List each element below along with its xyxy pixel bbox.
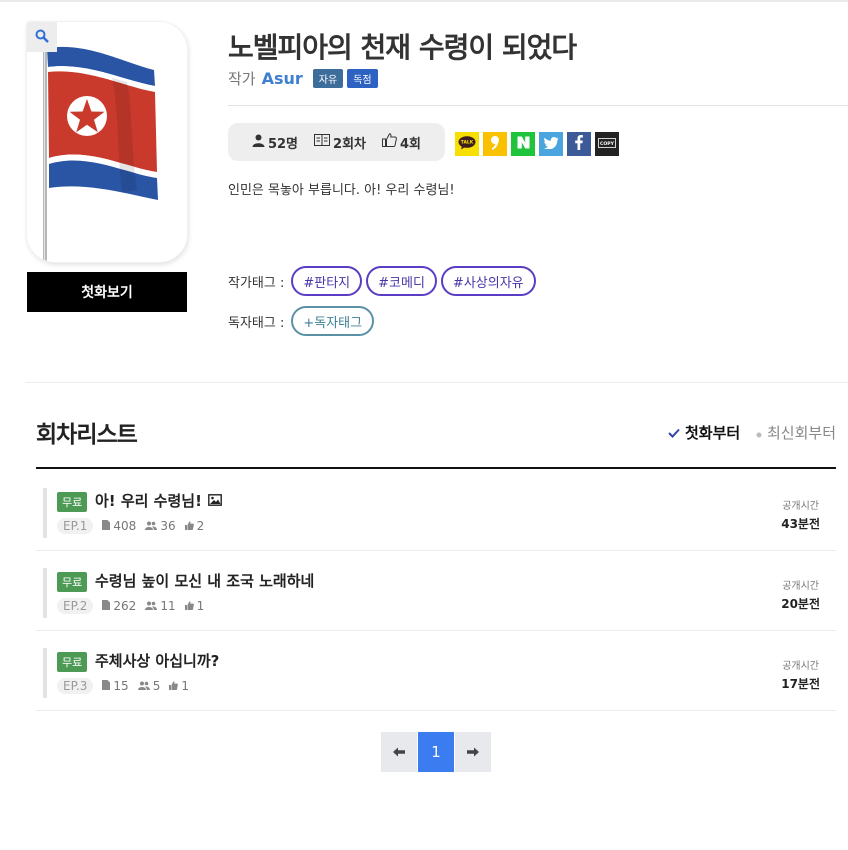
cover-image[interactable] [27, 22, 187, 262]
copy-link-share-button[interactable]: COPY [595, 132, 619, 156]
kakaostory-icon [490, 135, 500, 154]
views-count: 15 [102, 679, 129, 693]
author-tags-row: 작가태그 : #판타지 #코메디 #사상의자유 [228, 266, 536, 296]
users-icon [145, 599, 158, 613]
kakaotalk-icon: TALK [458, 135, 476, 153]
episode-row[interactable]: 무료 수령님 높이 모신 내 조국 노래하네 EP.2 262 11 1 공개시… [36, 551, 836, 631]
episode-marker [43, 648, 47, 698]
episode-number: EP.3 [57, 678, 94, 694]
zoom-button[interactable] [27, 22, 57, 52]
publish-time: 공개시간 17분전 [781, 661, 820, 691]
episode-title[interactable]: 주체사상 아십니까? [95, 650, 219, 671]
episode-list-title: 회차리스트 [36, 422, 138, 448]
author-link[interactable]: Asur [262, 69, 303, 88]
episode-number: EP.1 [57, 518, 94, 534]
naver-share-button[interactable] [511, 132, 535, 156]
free-badge: 무료 [57, 572, 88, 592]
share-bar: TALK COPY [455, 132, 619, 156]
list-header-line [36, 467, 836, 469]
episode-number: EP.2 [57, 598, 94, 614]
tag-freedom-of-thought[interactable]: #사상의자유 [440, 266, 536, 296]
arrow-right-icon [467, 743, 479, 761]
exclusive-badge: 독점 [347, 69, 378, 88]
naver-icon [517, 136, 530, 152]
episode-marker [43, 568, 47, 618]
views-count: 262 [102, 599, 136, 613]
dot-icon [756, 424, 762, 442]
free-badge: 자유 [312, 69, 344, 88]
add-reader-tag-button[interactable]: +독자태그 [291, 306, 375, 336]
episode-title[interactable]: 아! 우리 수령님! [95, 490, 222, 511]
free-badge: 무료 [57, 652, 88, 672]
episode-title[interactable]: 수령님 높이 모신 내 조국 노래하네 [95, 570, 314, 591]
svg-text:TALK: TALK [461, 139, 474, 145]
thumbs-up-icon [382, 133, 397, 151]
episodes-stat: 2회차 [314, 133, 366, 152]
twitter-icon [543, 136, 559, 152]
facebook-share-button[interactable] [567, 132, 591, 156]
tag-comedy[interactable]: #코메디 [366, 266, 437, 296]
author-tags-label: 작가태그 : [228, 275, 285, 291]
readers-count: 11 [145, 599, 176, 613]
episode-meta: EP.3 15 5 1 [57, 678, 189, 694]
episode-marker [43, 488, 47, 538]
author-row: 작가 Asur 자유 독점 [228, 68, 382, 89]
thumbs-up-icon [184, 519, 194, 533]
image-icon [208, 492, 222, 510]
person-icon [252, 134, 265, 151]
facebook-icon [575, 135, 583, 153]
thumbs-up-icon [184, 599, 194, 613]
svg-text:COPY: COPY [600, 140, 615, 146]
free-badge: 무료 [57, 492, 88, 512]
sort-latest-button[interactable]: 최신회부터 [756, 422, 836, 443]
first-episode-button[interactable]: 첫화보기 [27, 272, 187, 312]
publish-time: 공개시간 20분전 [781, 581, 820, 611]
likes-count: 2 [184, 519, 204, 533]
thumbs-up-icon [169, 679, 179, 693]
magnifier-icon [35, 28, 49, 47]
stats-panel: 52명 2회차 4회 [228, 123, 445, 161]
next-page-button[interactable] [455, 732, 491, 772]
synopsis: 인민은 목놓아 부릅니다. 아! 우리 수령님! [228, 183, 455, 198]
section-divider [25, 382, 848, 383]
readers-stat: 52명 [252, 133, 298, 152]
episode-meta: EP.1 408 36 2 [57, 518, 204, 534]
publish-time: 공개시간 43분전 [781, 501, 820, 531]
author-label: 작가 [228, 70, 256, 88]
header-divider [228, 105, 848, 106]
likes-count: 1 [184, 599, 204, 613]
recommend-stat: 4회 [382, 133, 421, 152]
tag-fantasy[interactable]: #판타지 [291, 266, 363, 296]
readers-count: 36 [145, 519, 176, 533]
users-icon [137, 679, 150, 693]
kakaotalk-share-button[interactable]: TALK [455, 132, 479, 156]
novel-title: 노벨피아의 천재 수령이 되었다 [228, 31, 577, 64]
episode-row[interactable]: 무료 주체사상 아십니까? EP.3 15 5 1 공개시간 17분전 [36, 631, 836, 711]
copy-link-icon: COPY [598, 137, 616, 151]
book-icon [314, 134, 331, 150]
top-border [0, 0, 848, 2]
reader-tags-row: 독자태그 : +독자태그 [228, 306, 375, 336]
document-icon [102, 679, 111, 693]
episode-row[interactable]: 무료 아! 우리 수령님! EP.1 408 36 2 공개시간 43분전 [36, 471, 836, 551]
pagination: 1 [381, 732, 491, 772]
check-icon [668, 424, 680, 442]
views-count: 408 [102, 519, 136, 533]
document-icon [102, 519, 111, 533]
sort-first-button[interactable]: 첫화부터 [668, 422, 740, 443]
users-icon [145, 519, 158, 533]
prev-page-button[interactable] [381, 732, 417, 772]
twitter-share-button[interactable] [539, 132, 563, 156]
arrow-left-icon [393, 743, 405, 761]
kakaostory-share-button[interactable] [483, 132, 507, 156]
reader-tags-label: 독자태그 : [228, 315, 285, 331]
episode-meta: EP.2 262 11 1 [57, 598, 204, 614]
page-button-current[interactable]: 1 [418, 732, 454, 772]
readers-count: 5 [137, 679, 160, 693]
document-icon [102, 599, 111, 613]
likes-count: 1 [169, 679, 189, 693]
